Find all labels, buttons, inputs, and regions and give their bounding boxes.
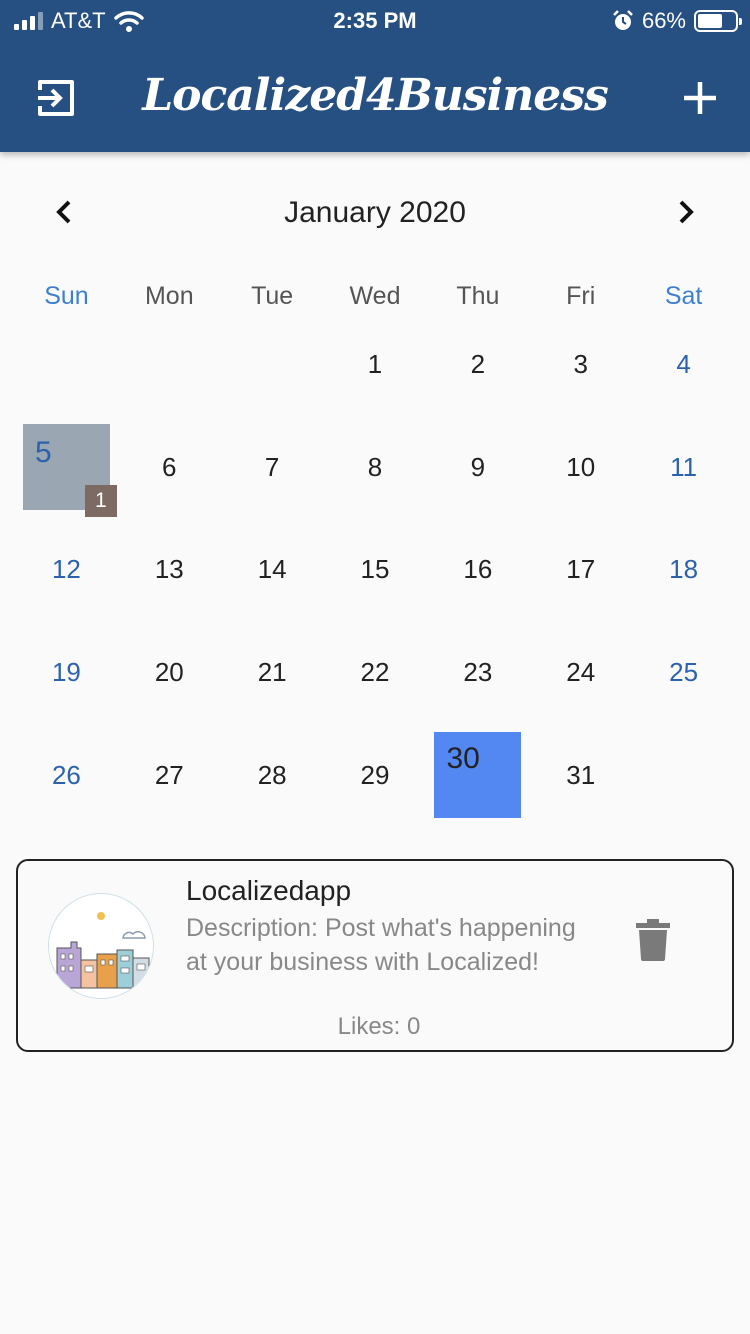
day-31[interactable]: 31 <box>529 724 632 827</box>
day-number: 31 <box>566 759 596 790</box>
alarm-icon <box>613 10 633 30</box>
weekday-header: Sun Mon Tue Wed Thu Fri Sat <box>15 282 735 311</box>
post-title: Localizedapp <box>186 875 352 906</box>
day-29[interactable]: 29 <box>324 724 427 827</box>
day-25[interactable]: 25 <box>632 621 735 724</box>
day-number: 20 <box>154 656 184 687</box>
day-blank <box>221 313 324 416</box>
day-number: 21 <box>257 656 287 687</box>
day-9[interactable]: 9 <box>426 416 529 519</box>
weekday-mon: Mon <box>144 282 194 310</box>
day-26[interactable]: 26 <box>15 724 118 827</box>
weekday-sun: Sun <box>44 282 89 310</box>
post-description: Description: Post what's happening at yo… <box>186 914 576 976</box>
day-22[interactable]: 22 <box>324 621 427 724</box>
day-6[interactable]: 6 <box>118 416 221 519</box>
status-bar: AT&T 2:35 PM 66% <box>0 0 750 40</box>
day-number: 3 <box>573 348 588 379</box>
day-number: 10 <box>566 451 596 482</box>
chevron-right-icon[interactable] <box>670 196 702 228</box>
battery-fill <box>698 14 722 28</box>
day-number: 24 <box>566 656 596 687</box>
day-20[interactable]: 20 <box>118 621 221 724</box>
day-number: 26 <box>51 759 81 790</box>
day-10[interactable]: 10 <box>529 416 632 519</box>
day-8[interactable]: 8 <box>324 416 427 519</box>
day-number: 25 <box>669 656 699 687</box>
day-number: 11 <box>670 451 698 482</box>
trash-icon[interactable] <box>636 919 670 961</box>
day-blank <box>15 313 118 416</box>
weekday-fri: Fri <box>566 282 596 310</box>
day-18[interactable]: 18 <box>632 518 735 621</box>
day-number: 4 <box>676 348 691 379</box>
day-number: 29 <box>360 759 390 790</box>
day-number: 15 <box>360 554 390 585</box>
plus-icon[interactable] <box>680 78 720 118</box>
post-likes: Likes: 0 <box>337 1013 421 1040</box>
weekday-sat: Sat <box>664 282 703 310</box>
day-11[interactable]: 11 <box>632 416 735 519</box>
weekday-tue: Tue <box>251 282 294 310</box>
day-17[interactable]: 17 <box>529 518 632 621</box>
day-number: 27 <box>154 759 184 790</box>
calendar-grid: 1 2 3 4 5 1 6 7 8 9 10 11 12 13 14 15 16 17 18 19 20 21 22 23 24… <box>15 313 735 826</box>
day-19[interactable]: 19 <box>15 621 118 724</box>
post-avatar <box>48 893 154 999</box>
battery-percent: 66% <box>641 8 686 33</box>
day-number: 2 <box>470 348 486 379</box>
day-number: 30 <box>446 741 480 775</box>
day-15[interactable]: 15 <box>324 518 427 621</box>
day-28[interactable]: 28 <box>221 724 324 827</box>
day-number: 9 <box>470 451 486 482</box>
day-number: 18 <box>669 554 699 585</box>
day-5[interactable]: 51 <box>23 423 117 518</box>
day-4[interactable]: 4 <box>632 313 735 416</box>
day-number: 12 <box>51 554 81 585</box>
month-title: January 2020 <box>284 196 466 229</box>
town-illustration <box>49 912 153 989</box>
day-number: 22 <box>360 656 390 687</box>
day-number: 16 <box>463 554 493 585</box>
day-number: 23 <box>463 656 493 687</box>
day-number: 14 <box>257 554 287 585</box>
app-header: AT&T 2:35 PM 66% Localized4Business <box>0 0 750 152</box>
day-blank <box>118 313 221 416</box>
app-title: Localized4Business <box>142 70 609 121</box>
day-number: 17 <box>566 554 596 585</box>
weekday-wed: Wed <box>349 282 401 310</box>
status-right: 66% <box>612 8 742 34</box>
day-number: 19 <box>51 656 81 687</box>
day-2[interactable]: 2 <box>426 313 529 416</box>
event-count-badge: 1 <box>84 485 117 518</box>
day-16[interactable]: 16 <box>426 518 529 621</box>
day-number: 6 <box>162 451 177 482</box>
day-27[interactable]: 27 <box>118 724 221 827</box>
post-card[interactable]: Localizedapp Description: Post what's ha… <box>16 859 734 1052</box>
day-21[interactable]: 21 <box>221 621 324 724</box>
day-30[interactable]: 30 <box>434 731 522 819</box>
day-13[interactable]: 13 <box>118 518 221 621</box>
day-number: 8 <box>367 451 383 482</box>
battery-icon <box>694 10 742 32</box>
day-14[interactable]: 14 <box>221 518 324 621</box>
day-number: 1 <box>367 348 383 379</box>
day-number: 28 <box>257 759 287 790</box>
day-number: 5 <box>35 435 52 469</box>
day-3[interactable]: 3 <box>529 313 632 416</box>
day-24[interactable]: 24 <box>529 621 632 724</box>
day-12[interactable]: 12 <box>15 518 118 621</box>
day-number: 13 <box>154 554 184 585</box>
day-1[interactable]: 1 <box>324 313 427 416</box>
day-23[interactable]: 23 <box>426 621 529 724</box>
weekday-thu: Thu <box>456 282 500 310</box>
day-7[interactable]: 7 <box>221 416 324 519</box>
day-number: 7 <box>264 451 280 482</box>
